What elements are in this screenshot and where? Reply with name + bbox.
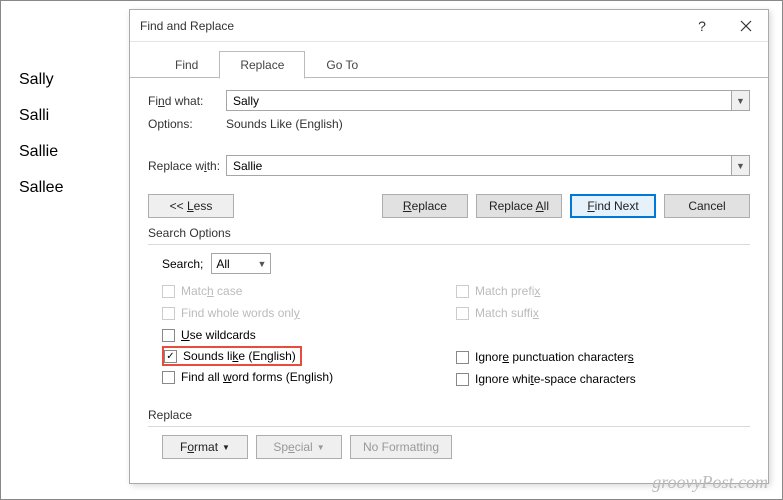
match-suffix-option: Match suffix: [456, 302, 750, 324]
chevron-down-icon: ▼: [257, 259, 266, 269]
close-icon: [740, 20, 752, 32]
checkbox-icon: [162, 307, 175, 320]
find-next-button[interactable]: Find Next: [570, 194, 656, 218]
special-button[interactable]: Special▼: [256, 435, 342, 459]
doc-line: Sally: [19, 71, 63, 89]
tab-goto[interactable]: Go To: [305, 51, 379, 79]
search-direction-label: Search;: [162, 257, 203, 271]
word-forms-option[interactable]: Find all word forms (English): [162, 366, 456, 388]
replace-all-button[interactable]: Replace All: [476, 194, 562, 218]
ignore-punctuation-option[interactable]: Ignore punctuation characters: [456, 346, 750, 368]
checkbox-icon[interactable]: [456, 351, 469, 364]
help-button[interactable]: ?: [680, 10, 724, 42]
chevron-down-icon: ▼: [317, 443, 325, 452]
close-button[interactable]: [724, 10, 768, 42]
search-direction-value: All: [216, 257, 229, 271]
checkbox-icon: [456, 285, 469, 298]
checkbox-icon: [162, 285, 175, 298]
whole-words-option: Find whole words only: [162, 302, 456, 324]
ignore-whitespace-option[interactable]: Ignore white-space characters: [456, 368, 750, 390]
tab-replace[interactable]: Replace: [219, 51, 305, 79]
wildcards-option[interactable]: Use wildcards: [162, 324, 456, 346]
replace-with-field[interactable]: ▼: [226, 155, 750, 176]
chevron-down-icon[interactable]: ▼: [731, 156, 749, 175]
match-case-option: Match case: [162, 280, 456, 302]
replace-with-input[interactable]: [227, 156, 731, 175]
checkbox-icon[interactable]: ✓: [164, 350, 177, 363]
tab-find[interactable]: Find: [154, 51, 219, 79]
less-button[interactable]: << Less: [148, 194, 234, 218]
doc-line: Salli: [19, 107, 63, 125]
watermark: groovyPost.com: [652, 472, 768, 493]
doc-line: Sallee: [19, 179, 63, 197]
checkbox-icon: [456, 307, 469, 320]
selected-text: Sallee: [19, 179, 63, 196]
checkbox-icon[interactable]: [162, 329, 175, 342]
format-button[interactable]: Format▼: [162, 435, 248, 459]
doc-line: Sallie: [19, 143, 63, 161]
replace-button[interactable]: Replace: [382, 194, 468, 218]
tabs: Find Replace Go To: [130, 50, 768, 78]
sounds-like-option[interactable]: ✓ Sounds like (English): [164, 349, 296, 363]
options-value: Sounds Like (English): [226, 117, 343, 131]
search-options-label: Search Options: [148, 226, 750, 240]
tab-goto-label: Go To: [326, 58, 358, 72]
match-prefix-option: Match prefix: [456, 280, 750, 302]
search-direction-select[interactable]: All ▼: [211, 253, 271, 274]
tab-find-label: Find: [175, 58, 198, 72]
dialog-title: Find and Replace: [140, 19, 234, 33]
cancel-button[interactable]: Cancel: [664, 194, 750, 218]
replace-section-label: Replace: [148, 408, 750, 422]
replace-with-label: Replace with:: [148, 159, 226, 173]
titlebar: Find and Replace ?: [130, 10, 768, 42]
document-content: Sally Salli Sallie Sallee: [19, 71, 63, 215]
options-label: Options:: [148, 117, 226, 131]
no-formatting-button: No Formatting: [350, 435, 452, 459]
sounds-like-highlight: ✓ Sounds like (English): [162, 346, 302, 366]
find-replace-dialog: Find and Replace ? Find Replace Go To Fi…: [129, 9, 769, 484]
find-what-label: Find what:: [148, 94, 226, 108]
chevron-down-icon[interactable]: ▼: [731, 91, 749, 110]
checkbox-icon[interactable]: [456, 373, 469, 386]
checkbox-icon[interactable]: [162, 371, 175, 384]
chevron-down-icon: ▼: [222, 443, 230, 452]
find-what-input[interactable]: [227, 91, 731, 110]
find-what-field[interactable]: ▼: [226, 90, 750, 111]
tab-replace-label: Replace: [240, 58, 284, 72]
